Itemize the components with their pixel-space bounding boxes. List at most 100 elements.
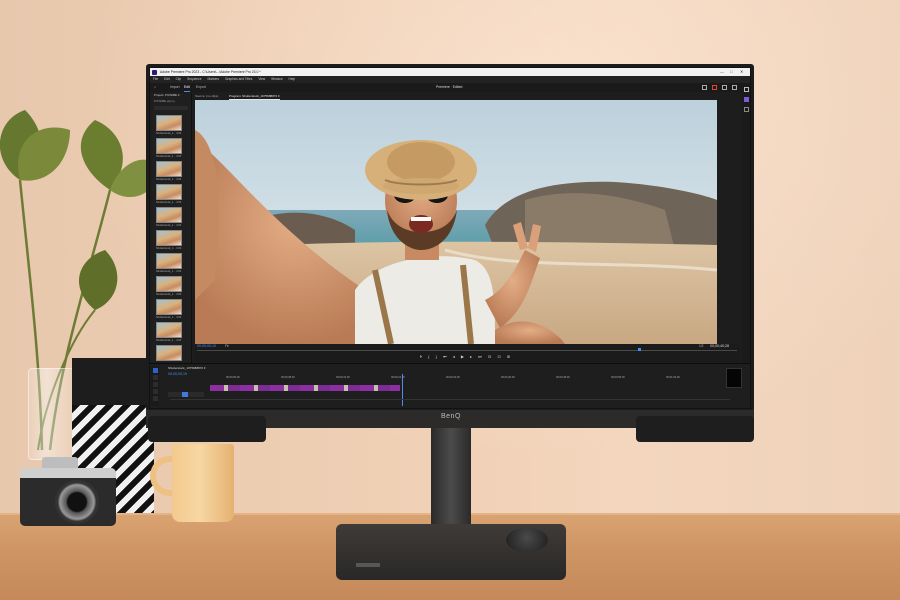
clip-label: Shutterstock_1... 4:00 <box>156 178 182 181</box>
video-track-clips[interactable] <box>210 385 400 391</box>
project-search-input[interactable] <box>154 106 188 110</box>
program-duration: 00;00;40;28 <box>710 344 729 348</box>
camera-lens <box>55 480 99 524</box>
glass-vase <box>28 368 74 460</box>
window-titlebar: Adobe Premiere Pro 2023 - C:\Users\...\A… <box>150 68 750 76</box>
workspace-bar: ⌂ Import Edit Export Premiere · Edited <box>150 83 750 92</box>
workspaces-icon[interactable] <box>702 84 707 90</box>
program-controls: 00;00;00;19 Fit 1/2 00;00;40;28 ⏵ { } ⏮ … <box>195 344 740 362</box>
close-button[interactable]: ✕ <box>740 68 743 76</box>
premiere-app-icon <box>152 69 157 75</box>
speaker-left <box>148 416 266 442</box>
monitor-tabs: Source: (no clips) Program: Shutterstock… <box>195 93 715 100</box>
project-panel-title[interactable]: Project: PICNIBE ≡ <box>154 93 180 97</box>
menu-graphics[interactable]: Graphics and Titles <box>225 76 252 83</box>
transport-controls[interactable]: ⏵ { } ⏮ ◂ ▶ ▸ ⏭ ⊟ ⊡ ⊞ <box>420 354 513 359</box>
ruler-tick: 00;00;32;00 <box>446 376 460 379</box>
sequence-tab[interactable]: Shutterstock_1075688872 ≡ <box>168 366 206 370</box>
clip-thumbnail[interactable] <box>156 276 182 292</box>
menu-markers[interactable]: Markers <box>208 76 220 83</box>
minimize-button[interactable]: — <box>720 68 724 76</box>
menu-help[interactable]: Help <box>289 76 296 83</box>
clip-thumbnail[interactable] <box>156 184 182 200</box>
panel-menu-icon[interactable] <box>743 87 749 92</box>
ruler-tick: 00;00;48;00 <box>556 376 570 379</box>
clip-thumbnail[interactable] <box>156 161 182 177</box>
menu-edit[interactable]: Edit <box>164 76 170 83</box>
clip-thumbnail[interactable] <box>156 230 182 246</box>
monitor-stand-neck <box>431 425 471 535</box>
menu-window[interactable]: Window <box>271 76 282 83</box>
brand-logo: BenQ <box>441 413 461 420</box>
right-toolbar <box>742 83 750 408</box>
ripple-edit-icon[interactable] <box>152 382 158 387</box>
clip-label: Shutterstock_1... 4:00 <box>156 270 182 273</box>
window-title: Adobe Premiere Pro 2023 - C:\Users\...\A… <box>160 70 261 74</box>
menu-file[interactable]: File <box>153 76 158 83</box>
ruler-tick: 00;01;04;00 <box>666 376 680 379</box>
clip-thumbnail[interactable] <box>156 299 182 315</box>
project-title: Premiere · Edited <box>436 85 463 89</box>
home-icon[interactable]: ⌂ <box>154 83 156 92</box>
hotkey-puck[interactable] <box>506 528 548 552</box>
audio-track-toggle[interactable] <box>182 392 188 397</box>
maximize-button[interactable]: □ <box>730 68 732 76</box>
tab-export[interactable]: Export <box>196 83 206 92</box>
clip-label: Shutterstock_1... 4:00 <box>156 224 182 227</box>
tab-import[interactable]: Import <box>170 83 180 92</box>
clip-label: Shutterstock_1... 4:00 <box>156 155 182 158</box>
clip-thumbnail[interactable] <box>156 115 182 131</box>
timeline-panel: Shutterstock_1075688872 ≡ 00;00;00;19 00… <box>150 363 750 408</box>
clip-label: Shutterstock_1... 4:00 <box>156 132 182 135</box>
pen-tool-icon[interactable] <box>152 396 158 401</box>
clip-label: Shutterstock_1... 4:00 <box>156 293 182 296</box>
timeline-playhead[interactable] <box>402 374 403 406</box>
ruler-tick: 00;00;16;00 <box>336 376 350 379</box>
selection-tool-icon[interactable] <box>152 368 158 373</box>
tab-program-monitor[interactable]: Program: Shutterstock_1075688872 ≡ <box>229 93 280 100</box>
project-panel: Project: PICNIBE ≡ PICNIBE.prproj Shutte… <box>152 93 192 363</box>
clip-thumbnail[interactable] <box>156 345 182 361</box>
speaker-right <box>636 416 754 442</box>
quick-export-icon[interactable] <box>712 84 717 90</box>
program-playhead[interactable] <box>638 348 641 351</box>
tools-panel <box>151 366 159 406</box>
clip-thumbnail[interactable] <box>156 253 182 269</box>
share-icon[interactable] <box>732 84 737 90</box>
playback-resolution-select[interactable]: 1/2 <box>699 344 703 348</box>
clip-label: Shutterstock_1... 4:00 <box>156 201 182 204</box>
zoom-select[interactable]: Fit <box>225 344 229 348</box>
menu-bar: File Edit Clip Sequence Markers Graphics… <box>150 76 750 83</box>
menu-sequence[interactable]: Sequence <box>187 76 201 83</box>
fullscreen-icon[interactable] <box>722 84 727 90</box>
ruler-tick: 00;00;40;00 <box>501 376 515 379</box>
track-divider <box>170 399 730 400</box>
clip-label: Shutterstock_1... 4:00 <box>156 339 182 342</box>
tab-source-monitor[interactable]: Source: (no clips) <box>195 93 218 99</box>
audio-meters <box>726 368 742 388</box>
clip-thumbnail[interactable] <box>156 138 182 154</box>
ruler-tick: 00;00;56;00 <box>611 376 625 379</box>
razor-tool-icon[interactable] <box>152 389 158 394</box>
menu-view[interactable]: View <box>258 76 265 83</box>
clip-label: Shutterstock_1... 4:00 <box>156 316 182 319</box>
clip-thumbnail[interactable] <box>156 207 182 223</box>
essential-graphics-icon[interactable] <box>743 97 749 102</box>
program-timecode[interactable]: 00;00;00;19 <box>197 344 216 348</box>
stand-label <box>356 563 380 567</box>
clip-label: Shutterstock_1... 4:00 <box>156 247 182 250</box>
effects-icon[interactable] <box>743 107 749 112</box>
program-scrub-bar[interactable] <box>197 350 737 351</box>
sequence-timecode[interactable]: 00;00;00;19 <box>168 372 187 376</box>
ruler-tick: 00;00;08;00 <box>281 376 295 379</box>
tab-edit[interactable]: Edit <box>184 83 190 92</box>
clip-thumbnail[interactable] <box>156 322 182 338</box>
menu-clip[interactable]: Clip <box>176 76 182 83</box>
track-select-icon[interactable] <box>152 375 158 380</box>
timeline-ruler[interactable]: 00;00;00;00 00;00;08;00 00;00;16;00 00;0… <box>226 376 716 381</box>
program-monitor-frame <box>195 100 717 344</box>
coffee-mug <box>172 444 234 522</box>
project-file-name: PICNIBE.prproj <box>154 99 175 103</box>
ruler-tick: 00;00;00;00 <box>226 376 240 379</box>
monitor-screen: Adobe Premiere Pro 2023 - C:\Users\...\A… <box>150 68 750 408</box>
